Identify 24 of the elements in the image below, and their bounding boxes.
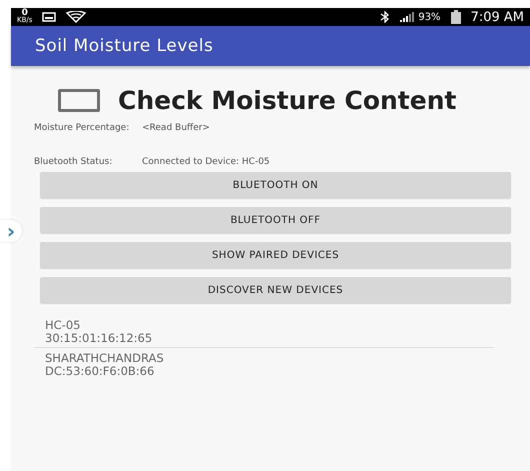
app-title: Soil Moisture Levels <box>35 36 214 56</box>
field-value: <Read Buffer> <box>142 123 210 133</box>
action-button[interactable]: BLUETOOTH ON <box>40 172 511 198</box>
image-icon <box>42 12 56 22</box>
checkbox[interactable] <box>58 89 100 112</box>
device-address[interactable]: DC:53:60:F6:0B:66 <box>45 365 494 378</box>
battery-percent: 93% <box>418 12 441 22</box>
action-button[interactable]: BLUETOOTH OFF <box>40 207 511 233</box>
device-name[interactable]: SHARATHCHANDRAS <box>45 352 494 365</box>
field-label: Moisture Percentage: <box>34 123 130 133</box>
battery-icon <box>450 10 461 24</box>
signal-icon <box>400 12 416 22</box>
action-button[interactable]: SHOW PAIRED DEVICES <box>40 242 511 268</box>
device-address[interactable]: 30:15:01:16:12:65 <box>45 332 494 345</box>
speed-value: 0 <box>22 10 28 17</box>
bluetooth-icon <box>380 11 390 23</box>
check-label: Check Moisture Content <box>118 86 456 115</box>
device-name[interactable]: HC-05 <box>45 319 494 332</box>
side-handle[interactable]: › <box>0 220 22 242</box>
field-label: Bluetooth Status: <box>34 157 114 167</box>
clock: 7:09 AM <box>470 10 524 24</box>
action-button[interactable]: DISCOVER NEW DEVICES <box>40 277 511 303</box>
field-value: Connected to Device: HC-05 <box>142 157 270 167</box>
wifi-icon <box>66 11 86 23</box>
